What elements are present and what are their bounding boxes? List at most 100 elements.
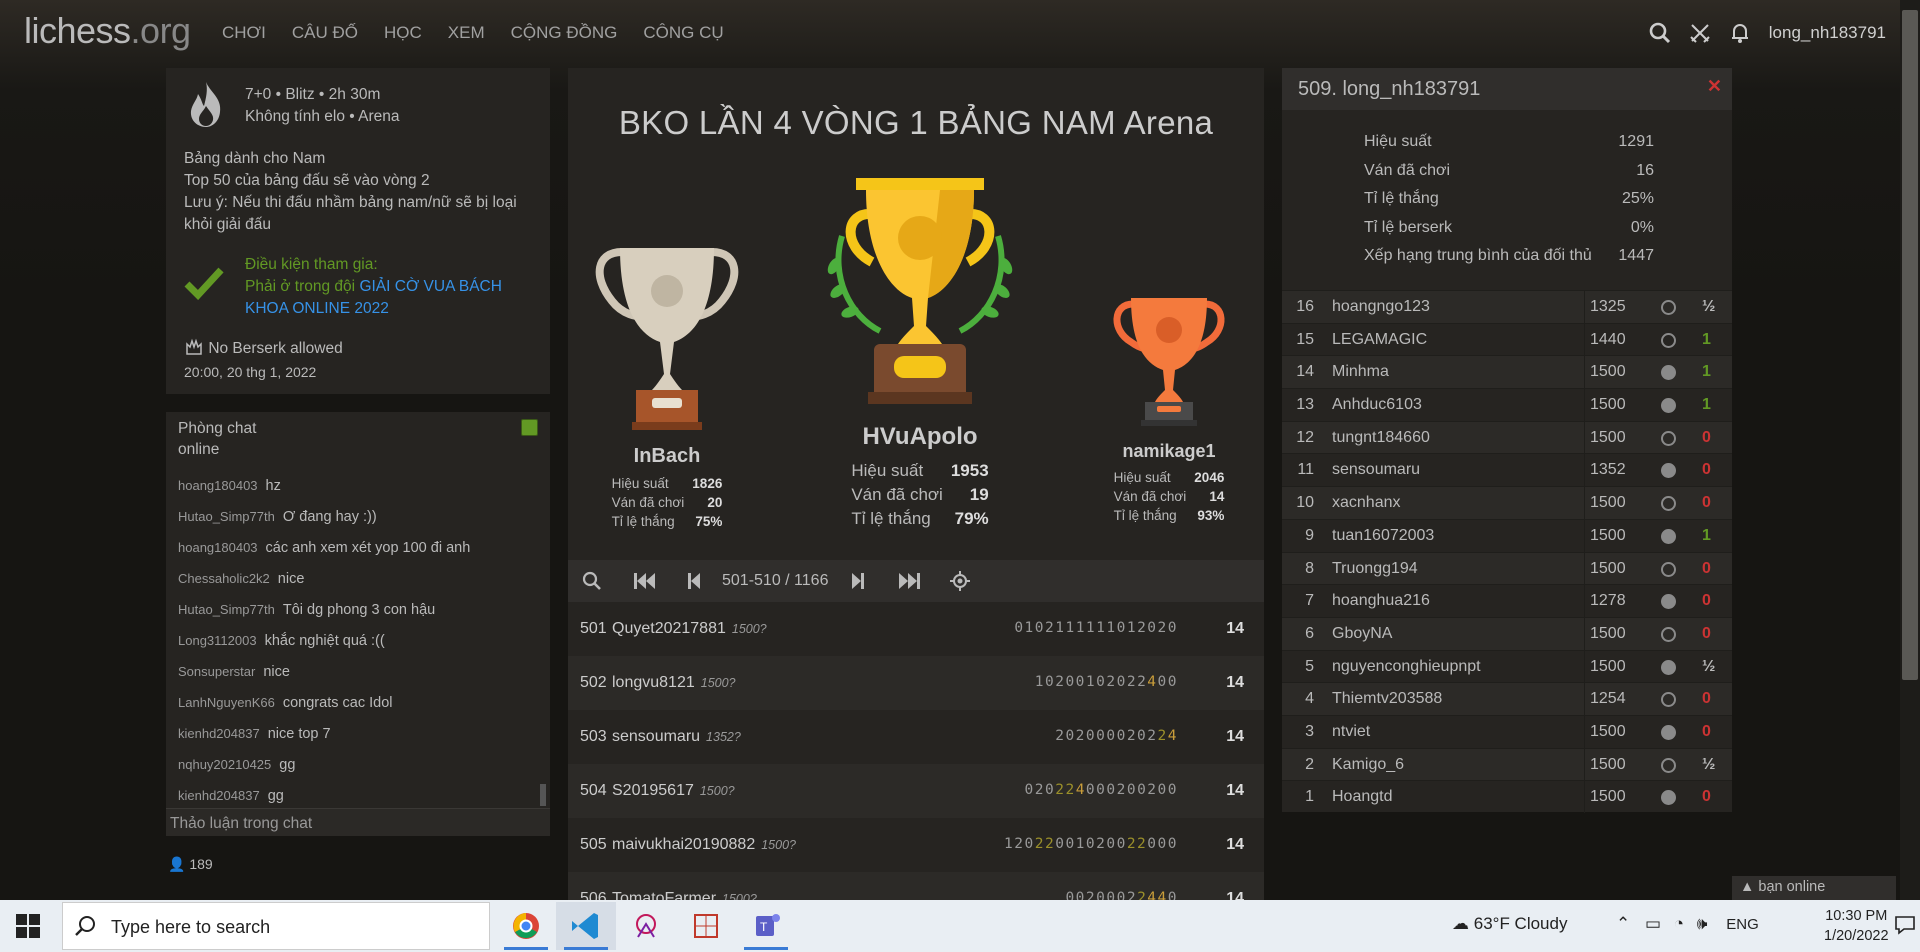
vscode-icon[interactable] [556,902,616,950]
opponent-name[interactable]: GboyNA [1332,625,1392,643]
opponent-name[interactable]: LEGAMAGIC [1332,331,1427,349]
player-game-row[interactable]: 15 LEGAMAGIC 1440 1 [1282,322,1732,356]
teams-icon[interactable]: T [736,902,796,950]
clock[interactable]: 10:30 PM 1/20/2022 [1824,906,1889,946]
site-logo[interactable]: lichess.org [24,10,191,52]
chat-user[interactable]: Long3112003 [178,633,257,648]
notification-icon[interactable] [1894,914,1916,941]
table-row[interactable]: 503 sensoumaru 1352? 202000020224 14 [568,710,1264,764]
bell-icon[interactable] [1729,22,1751,44]
opponent-name[interactable]: Thiemtv203588 [1332,690,1442,708]
chat-user[interactable]: nqhuy20210425 [178,757,271,772]
nav-community[interactable]: CỘNG ĐỒNG [511,23,618,43]
online-friends-toggle[interactable]: ▲ bạn online [1732,876,1896,900]
player-game-row[interactable]: 5 nguyenconghieupnpt 1500 ½ [1282,649,1732,683]
player-name[interactable]: TomatoFarmer [612,890,716,900]
opponent-name[interactable]: Minhma [1332,363,1389,381]
chat-input[interactable]: Thảo luận trong chat [166,808,550,836]
opponent-name[interactable]: Kamigo_6 [1332,756,1404,774]
tournament-variant: Không tính elo • Arena [245,108,400,125]
player-game-row[interactable]: 7 hoanghua216 1278 0 [1282,584,1732,618]
opponent-name[interactable]: hoanghua216 [1332,592,1430,610]
chat-user[interactable]: Hutao_Simp77th [178,602,275,617]
opponent-name[interactable]: Hoangtd [1332,788,1393,806]
chat-user[interactable]: hoang180403 [178,478,258,493]
player-game-row[interactable]: 1 Hoangtd 1500 0 [1282,780,1732,814]
chat-user[interactable]: LanhNguyenK66 [178,695,275,710]
opponent-name[interactable]: ntviet [1332,723,1370,741]
player-game-row[interactable]: 10 xacnhanx 1500 0 [1282,486,1732,520]
no-berserk: No Berserk allowed [184,338,343,358]
podium-second-name[interactable]: InBach [592,445,742,468]
opponent-name[interactable]: tuan16072003 [1332,527,1434,545]
podium-third-name[interactable]: namikage1 [1104,441,1234,462]
column-divider [1584,715,1585,748]
table-row[interactable]: 506 TomatoFarmer 1500? 00200022440 14 [568,872,1264,900]
player-game-row[interactable]: 11 sensoumaru 1352 0 [1282,453,1732,487]
player-name[interactable]: Quyet20217881 [612,620,726,637]
player-game-row[interactable]: 8 Truongg194 1500 0 [1282,551,1732,585]
opponent-name[interactable]: sensoumaru [1332,461,1420,479]
nav-puzzles[interactable]: CÂU ĐỐ [292,23,358,43]
opponent-name[interactable]: Truongg194 [1332,560,1418,578]
nav-tools[interactable]: CÔNG CỤ [643,23,723,43]
chevron-up-icon[interactable]: ⌃ [1616,914,1630,933]
battery-icon[interactable]: ▭ [1645,914,1661,933]
player-name[interactable]: longvu8121 [612,674,695,691]
close-icon[interactable]: ✕ [1707,76,1722,97]
opponent-name[interactable]: xacnhanx [1332,494,1401,512]
player-game-row[interactable]: 14 Minhma 1500 1 [1282,355,1732,389]
table-row[interactable]: 502 longvu8121 1500? 10200102022400 14 [568,656,1264,710]
opponent-name[interactable]: tungnt184660 [1332,429,1430,447]
player-name[interactable]: maivukhai20190882 [612,836,755,853]
berserk-icon [184,338,204,357]
table-row[interactable]: 501 Quyet20217881 1500? 0102111111012020 14 [568,602,1264,656]
chat-user[interactable]: kienhd204837 [178,788,260,803]
volume-icon[interactable]: 🕪 [1697,914,1708,933]
language-indicator[interactable]: ENG [1726,916,1759,933]
chat-user[interactable]: Sonsuperstar [178,664,255,679]
last-page-icon[interactable] [898,571,922,596]
player-game-row[interactable]: 13 Anhduc6103 1500 1 [1282,388,1732,422]
table-row[interactable]: 504 S20195617 1500? 020224000200200 14 [568,764,1264,818]
player-game-row[interactable]: 3 ntviet 1500 0 [1282,714,1732,748]
first-page-icon[interactable] [632,571,656,596]
player-game-row[interactable]: 2 Kamigo_6 1500 ½ [1282,747,1732,781]
chat-user[interactable]: Hutao_Simp77th [178,509,275,524]
player-name[interactable]: S20195617 [612,782,694,799]
my-position-icon[interactable] [950,571,970,596]
wifi-icon[interactable]: ◔ [1674,914,1684,933]
windows-start-icon[interactable] [16,914,40,943]
player-name[interactable]: sensoumaru [612,728,700,745]
player-game-row[interactable]: 12 tungnt184660 1500 0 [1282,420,1732,454]
page-scrollbar-thumb[interactable] [1902,10,1918,680]
nav-learn[interactable]: HỌC [384,23,422,43]
opponent-name[interactable]: nguyenconghieupnpt [1332,658,1481,676]
username-link[interactable]: long_nh183791 [1769,23,1886,43]
nav-watch[interactable]: XEM [448,23,485,43]
app-grid-icon[interactable] [676,902,736,950]
chat-user[interactable]: kienhd204837 [178,726,260,741]
previous-page-icon[interactable] [686,571,702,596]
snipping-tool-icon[interactable] [616,902,676,950]
nav-play[interactable]: CHƠI [222,23,266,43]
chat-toggle[interactable] [521,419,538,436]
challenge-swords-icon[interactable] [1689,22,1711,44]
chat-user[interactable]: hoang180403 [178,540,258,555]
chrome-icon[interactable] [496,902,556,950]
player-game-row[interactable]: 4 Thiemtv203588 1254 0 [1282,682,1732,716]
taskbar-search-box[interactable]: Type here to search [62,902,490,950]
opponent-name[interactable]: hoangngo123 [1332,298,1430,316]
chat-user[interactable]: Chessaholic2k2 [178,571,270,586]
weather-widget[interactable]: ☁ 63°F Cloudy [1452,914,1567,934]
next-page-icon[interactable] [850,571,866,596]
chat-scrollbar[interactable] [540,784,546,806]
opponent-name[interactable]: Anhduc6103 [1332,396,1422,414]
player-game-row[interactable]: 9 tuan16072003 1500 1 [1282,518,1732,552]
player-game-row[interactable]: 6 GboyNA 1500 0 [1282,616,1732,650]
search-icon[interactable] [582,571,602,596]
table-row[interactable]: 505 maivukhai20190882 1500? 120220010200220… [568,818,1264,872]
search-icon[interactable] [1649,22,1671,44]
player-game-row[interactable]: 16 hoangngo123 1325 ½ [1282,290,1732,323]
podium-first-name[interactable]: HVuApolo [820,423,1020,451]
